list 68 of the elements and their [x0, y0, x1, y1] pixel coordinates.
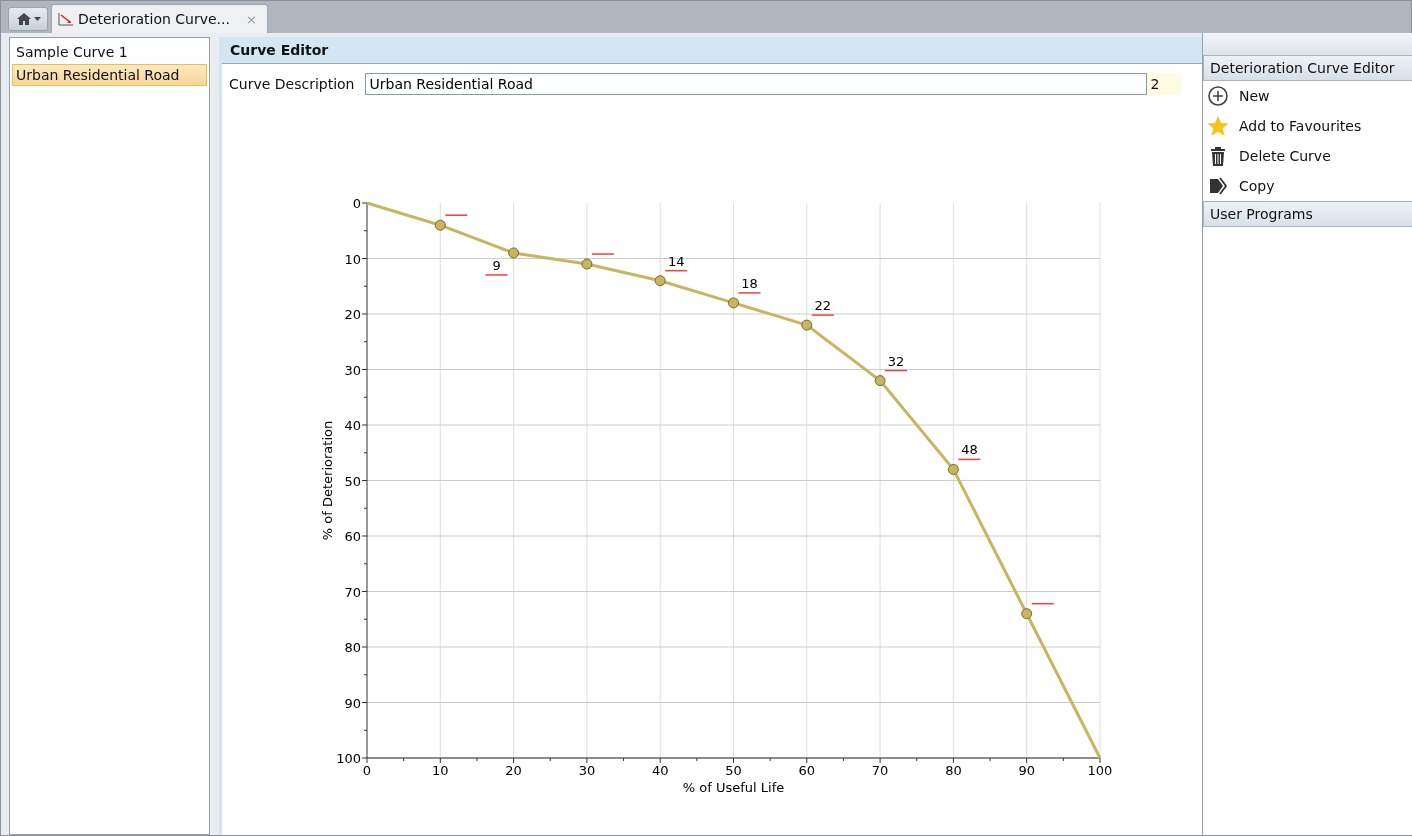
- home-menu-button[interactable]: [8, 7, 48, 31]
- y-tick-label: 40: [344, 418, 361, 433]
- data-point[interactable]: [434, 219, 446, 231]
- field-label: Curve Description: [229, 76, 355, 92]
- description-input[interactable]: Urban Residential Road: [364, 73, 1147, 95]
- data-label: 9: [492, 257, 501, 273]
- panel-header: User Programs: [1203, 201, 1412, 227]
- y-tick-label: 80: [344, 640, 361, 655]
- label-underline: [444, 214, 469, 216]
- y-tick-label: 20: [344, 307, 361, 322]
- data-label: 14: [667, 253, 685, 269]
- y-tick-label: 70: [344, 584, 361, 600]
- label-underline: [884, 369, 908, 372]
- data-point[interactable]: [654, 275, 666, 287]
- document-tab[interactable]: Deterioration Curve... ×: [51, 4, 268, 33]
- panel-header: Curve Editor: [222, 37, 1202, 64]
- data-point[interactable]: [947, 463, 959, 475]
- curve-list-item[interactable]: Urban Residential Road: [12, 64, 207, 86]
- x-axis-title: % of Useful Life: [682, 780, 785, 795]
- data-point[interactable]: [801, 319, 813, 331]
- data-point[interactable]: [728, 297, 739, 309]
- x-tick-label: 40: [651, 763, 669, 778]
- label-underline: [737, 292, 762, 294]
- x-tick-label: 30: [578, 763, 596, 778]
- data-point[interactable]: [508, 247, 520, 259]
- y-tick-label: 60: [344, 529, 361, 544]
- x-tick-label: 70: [871, 763, 889, 778]
- label-underline: [484, 274, 509, 276]
- x-tick-label: 80: [945, 763, 962, 778]
- action-item[interactable]: Delete Curve: [1203, 141, 1412, 171]
- y-tick-label: 90: [344, 695, 361, 711]
- x-tick-label: 0: [362, 763, 372, 778]
- data-point[interactable]: [874, 375, 886, 387]
- character-counter: 2: [1146, 73, 1182, 95]
- data-label: 32: [887, 353, 905, 369]
- data-label: 18: [741, 275, 758, 291]
- y-tick-label: 100: [336, 751, 361, 766]
- action-item[interactable]: New: [1203, 81, 1412, 111]
- x-tick-label: 60: [798, 763, 816, 778]
- data-point[interactable]: [1021, 608, 1033, 620]
- label-underline: [811, 314, 835, 316]
- curve-list-item[interactable]: Sample Curve 1: [12, 41, 207, 63]
- star-icon: [1207, 115, 1229, 137]
- home-icon: [15, 12, 32, 26]
- caret-icon: [33, 17, 41, 21]
- data-label: 48: [961, 442, 978, 458]
- x-tick-label: 10: [432, 763, 449, 778]
- y-tick-label: 50: [344, 473, 361, 489]
- label-underline: [591, 253, 615, 255]
- y-tick-label: 30: [344, 362, 361, 378]
- label-underline: [664, 269, 688, 272]
- x-tick-label: 90: [1018, 763, 1035, 778]
- x-tick-label: 50: [725, 763, 742, 778]
- plus-circle-icon: [1207, 85, 1229, 107]
- y-tick-label: 0: [352, 196, 361, 211]
- y-tick-label: 10: [344, 251, 361, 267]
- data-point[interactable]: [581, 258, 593, 270]
- curve-chart-icon: [58, 12, 74, 26]
- x-tick-label: 100: [1087, 763, 1113, 778]
- data-label: 22: [814, 298, 832, 314]
- action-item[interactable]: Copy: [1203, 171, 1412, 201]
- x-tick-label: 20: [505, 763, 522, 778]
- y-axis-title: % of Deterioration: [320, 420, 335, 541]
- action-item[interactable]: Add to Favourites: [1203, 111, 1412, 141]
- panel-header: Deterioration Curve Editor: [1203, 55, 1412, 81]
- forward-arrow-icon: [1207, 175, 1229, 197]
- label-underline: [957, 458, 982, 461]
- label-underline: [1030, 602, 1055, 605]
